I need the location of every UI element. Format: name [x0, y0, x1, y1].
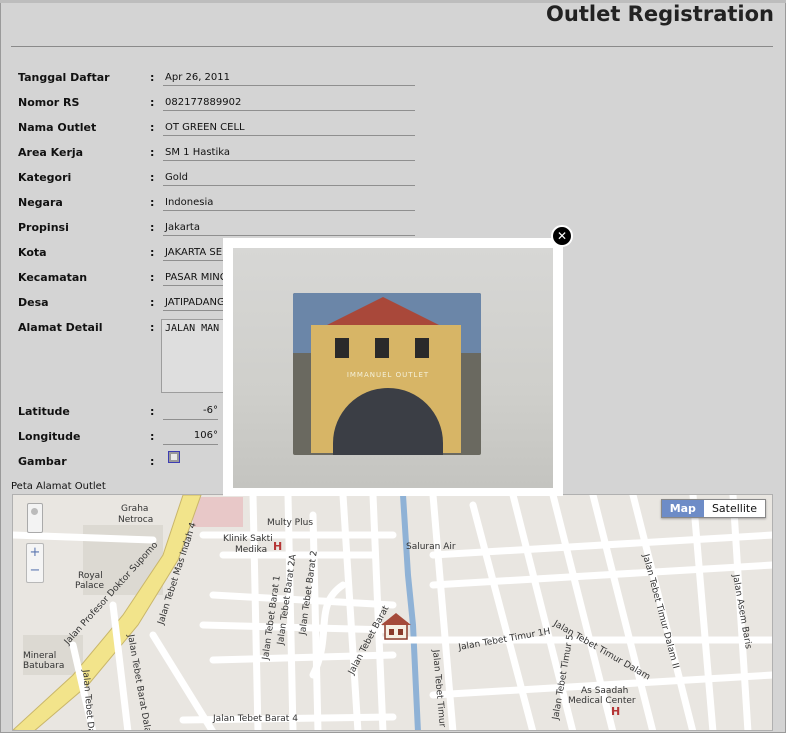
map-place-as-saadah: As Saadah	[581, 686, 628, 696]
image-icon[interactable]	[168, 451, 180, 463]
map-place-medika: Medika	[235, 545, 267, 555]
photo-building: IMMANUEL OUTLET	[293, 293, 481, 455]
map-type-control: Map Satellite	[660, 499, 766, 518]
field-colon: :	[150, 430, 155, 443]
field-value[interactable]: 082177889902	[163, 96, 415, 111]
field-label: Propinsi	[18, 221, 69, 234]
map-place-palace: Palace	[75, 581, 105, 591]
outlet-map[interactable]: Graha Netroca Multy Plus Klinik Sakti Me…	[12, 494, 773, 731]
field-colon: :	[150, 455, 155, 468]
field-colon: :	[150, 271, 155, 284]
field-value[interactable]: SM 1 Hastika	[163, 146, 415, 161]
map-label: Peta Alamat Outlet	[11, 481, 106, 492]
map-place-multy: Multy Plus	[267, 518, 313, 528]
field-value[interactable]: OT GREEN CELL	[163, 121, 415, 136]
page-title: Outlet Registration	[546, 2, 774, 26]
zoom-in-button[interactable]: +	[27, 544, 43, 562]
field-label: Desa	[18, 296, 49, 309]
field-label: Area Kerja	[18, 146, 84, 159]
field-colon: :	[150, 221, 155, 234]
hospital-marker-2: H	[611, 705, 620, 718]
map-type-satellite-button[interactable]: Satellite	[704, 500, 765, 517]
field-colon: :	[150, 171, 155, 184]
field-label: Tanggal Daftar	[18, 71, 110, 84]
field-colon: :	[150, 405, 155, 418]
image-popup: IMMANUEL OUTLET	[223, 238, 563, 496]
field-colon: :	[150, 96, 155, 109]
field-colon: :	[150, 246, 155, 259]
map-place-medical-center: Medical Center	[568, 696, 636, 706]
field-colon: :	[150, 196, 155, 209]
longitude-field[interactable]: 106°	[163, 430, 218, 445]
zoom-out-button[interactable]: −	[27, 562, 43, 580]
photo-sign: IMMANUEL OUTLET	[346, 371, 430, 379]
street-view-pegman-icon[interactable]	[27, 503, 43, 533]
photo-roof	[323, 297, 443, 327]
field-value[interactable]: Indonesia	[163, 196, 415, 211]
map-place-royal: Royal	[78, 571, 103, 581]
field-label: Alamat Detail	[18, 321, 103, 334]
field-label: Longitude	[18, 430, 81, 443]
photo-window	[415, 338, 429, 358]
map-place-mineral: Mineral	[23, 651, 56, 661]
field-colon: :	[150, 71, 155, 84]
hospital-marker-1: H	[273, 540, 282, 553]
map-graphic: Graha Netroca Multy Plus Klinik Sakti Me…	[13, 495, 772, 730]
field-colon: :	[150, 296, 155, 309]
field-colon: :	[150, 121, 155, 134]
field-value[interactable]: Gold	[163, 171, 415, 186]
title-divider	[11, 46, 773, 47]
field-colon: :	[150, 146, 155, 159]
map-place-saluran: Saluran Air	[406, 542, 456, 552]
field-value[interactable]: Apr 26, 2011	[163, 71, 415, 86]
close-icon[interactable]: ✕	[551, 225, 573, 247]
field-label: Kota	[18, 246, 47, 259]
photo-window	[335, 338, 349, 358]
map-place-klinik: Klinik Sakti	[223, 534, 273, 544]
field-label: Nama Outlet	[18, 121, 97, 134]
map-road-barat4: Jalan Tebet Barat 4	[212, 714, 298, 724]
field-label: Kecamatan	[18, 271, 88, 284]
field-label: Nomor RS	[18, 96, 80, 109]
field-label: Gambar	[18, 455, 67, 468]
zoom-control: + −	[26, 543, 44, 583]
outlet-photo: IMMANUEL OUTLET	[233, 248, 553, 488]
latitude-field[interactable]: -6°	[163, 405, 218, 420]
field-colon: :	[150, 321, 155, 334]
map-type-map-button[interactable]: Map	[661, 500, 704, 517]
field-label: Latitude	[18, 405, 70, 418]
map-place-graha: Graha	[121, 504, 148, 514]
map-place-batubara: Batubara	[23, 661, 64, 671]
field-label: Negara	[18, 196, 63, 209]
map-place-netroca: Netroca	[118, 515, 153, 525]
photo-window	[375, 338, 389, 358]
field-value[interactable]: Jakarta	[163, 221, 415, 236]
field-label: Kategori	[18, 171, 72, 184]
